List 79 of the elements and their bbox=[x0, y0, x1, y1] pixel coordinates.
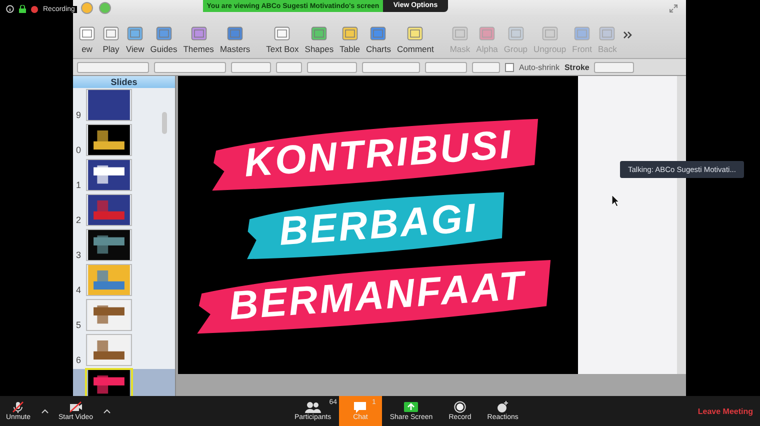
toolbar-button[interactable]: Charts bbox=[362, 26, 394, 54]
more-chevron-icon[interactable] bbox=[622, 31, 633, 39]
slide-thumbnail-row[interactable] bbox=[73, 369, 175, 396]
auto-shrink-checkbox[interactable] bbox=[505, 62, 514, 72]
toolbar-icon bbox=[154, 26, 173, 42]
slide-heading: BERMANFAAT bbox=[228, 263, 528, 328]
leave-meeting-button[interactable]: Leave Meeting bbox=[698, 406, 760, 416]
slide-heading: BERBAGI bbox=[277, 196, 478, 254]
toolbar-icon bbox=[406, 26, 424, 42]
record-dot-icon bbox=[31, 6, 38, 12]
toolbar-button[interactable]: Table bbox=[336, 26, 363, 54]
slide-number: 9 bbox=[76, 110, 82, 120]
toolbar-button[interactable]: Text Box bbox=[263, 26, 302, 54]
toolbar-icon bbox=[598, 26, 616, 42]
color-well[interactable] bbox=[276, 62, 302, 72]
style-buttons[interactable] bbox=[307, 62, 357, 72]
slide-number: 5 bbox=[76, 320, 82, 330]
caret-icon[interactable] bbox=[103, 408, 112, 414]
lock-icon bbox=[19, 5, 26, 13]
toolbar-button[interactable]: Guides bbox=[147, 26, 180, 54]
slide-number: 3 bbox=[76, 250, 82, 260]
people-icon bbox=[304, 401, 321, 413]
toolbar-icon bbox=[369, 26, 388, 42]
microphone-muted-icon bbox=[12, 401, 24, 413]
spacing-dropdown[interactable] bbox=[425, 62, 467, 72]
slide-thumbnail-row[interactable]: 4 bbox=[73, 264, 175, 296]
toolbar-button[interactable]: Masters bbox=[216, 26, 254, 54]
slide-number: 6 bbox=[76, 355, 82, 365]
slide-number: 0 bbox=[76, 145, 82, 155]
toolbar-icon bbox=[540, 26, 559, 42]
slide-thumbnail-row[interactable]: 6 bbox=[73, 334, 175, 366]
typeface-dropdown[interactable] bbox=[154, 62, 226, 72]
font-dropdown[interactable] bbox=[77, 62, 149, 72]
info-icon[interactable] bbox=[6, 5, 14, 13]
toolbar-button[interactable]: Comment bbox=[394, 26, 437, 54]
share-screen-icon bbox=[404, 401, 418, 413]
zoom-button[interactable] bbox=[99, 2, 111, 14]
fullscreen-icon[interactable] bbox=[669, 4, 678, 12]
toolbar-icon bbox=[190, 26, 208, 42]
minimize-button[interactable] bbox=[81, 2, 93, 14]
slide-number: 1 bbox=[76, 180, 82, 190]
toolbar-icon bbox=[573, 26, 592, 42]
mouse-cursor-icon bbox=[612, 195, 620, 207]
slide-thumbnail-row[interactable]: 9 bbox=[73, 89, 175, 121]
panel-title: Slides bbox=[73, 76, 175, 88]
toolbar-icon bbox=[273, 26, 292, 42]
scrollbar-thumb[interactable] bbox=[162, 112, 167, 134]
chat-bubble-icon bbox=[353, 401, 368, 413]
toolbar-button[interactable]: Shapes bbox=[302, 26, 337, 54]
slide-number: 2 bbox=[76, 215, 82, 225]
slide-number: 4 bbox=[76, 285, 82, 295]
toolbar-button[interactable]: View bbox=[123, 26, 148, 54]
toolbar-icon bbox=[78, 26, 96, 42]
toolbar-icon bbox=[126, 26, 144, 42]
slide-thumbnail-row[interactable]: 3 bbox=[73, 229, 175, 261]
toolbar-icon bbox=[226, 26, 244, 42]
slide-heading: KONTRIBUSI bbox=[242, 122, 514, 185]
slide-thumbnail-row[interactable]: 2 bbox=[73, 194, 175, 226]
toolbar-button[interactable]: Play bbox=[99, 26, 123, 54]
camera-off-icon bbox=[68, 401, 83, 413]
stroke-label: Stroke bbox=[564, 62, 590, 72]
slide-thumbnail-row[interactable]: 5 bbox=[73, 299, 175, 331]
stroke-dropdown[interactable] bbox=[594, 62, 634, 72]
size-field[interactable] bbox=[231, 62, 271, 72]
toolbar-button[interactable]: Themes bbox=[180, 26, 217, 54]
toolbar-icon bbox=[102, 26, 120, 42]
columns-dropdown[interactable] bbox=[472, 62, 500, 72]
record-icon bbox=[454, 401, 466, 413]
toolbar-icon bbox=[340, 26, 359, 42]
align-buttons[interactable] bbox=[362, 62, 420, 72]
toolbar-icon bbox=[310, 26, 328, 42]
slide-thumbnail-row[interactable]: 0 bbox=[73, 124, 175, 156]
auto-shrink-label: Auto-shrink bbox=[519, 62, 560, 72]
toolbar-icon bbox=[478, 26, 496, 42]
toolbar-icon bbox=[506, 26, 525, 42]
caret-icon[interactable] bbox=[40, 408, 49, 414]
toolbar-button[interactable]: ew bbox=[75, 26, 99, 54]
slide-thumbnail-row[interactable]: 1 bbox=[73, 159, 175, 191]
toolbar-icon bbox=[451, 26, 469, 42]
